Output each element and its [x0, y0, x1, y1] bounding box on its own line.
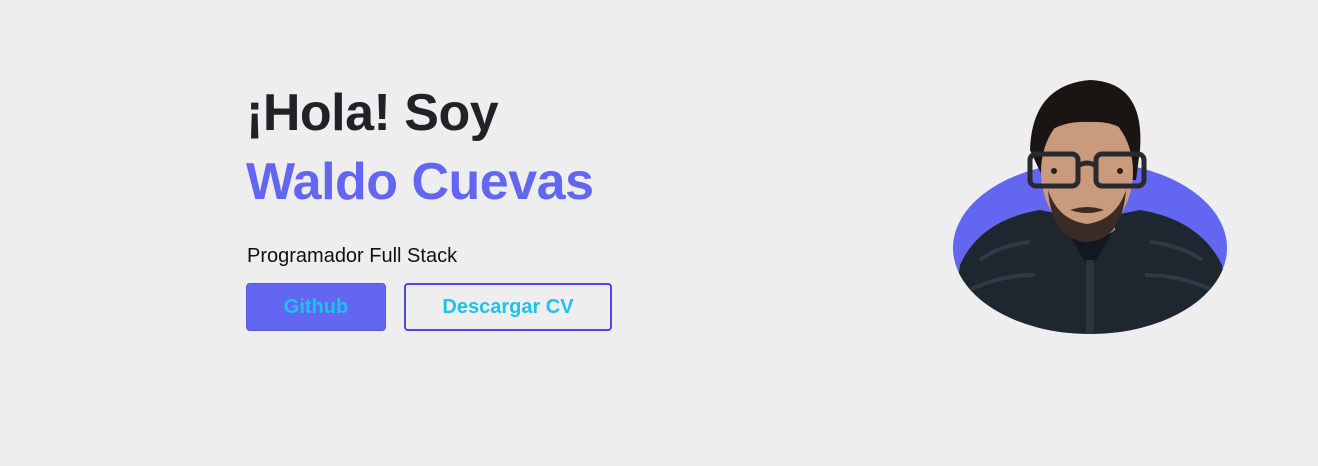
greeting-heading: ¡Hola! Soy [246, 84, 499, 142]
role-subtitle: Programador Full Stack [247, 245, 458, 267]
profile-photo-icon [953, 80, 1227, 334]
download-cv-button[interactable]: Descargar CV [404, 283, 612, 331]
github-button[interactable]: Github [246, 283, 386, 331]
avatar [940, 70, 1240, 350]
hero-section: ¡Hola! Soy Waldo Cuevas Programador Full… [0, 0, 1318, 466]
name-heading: Waldo Cuevas [246, 153, 594, 211]
